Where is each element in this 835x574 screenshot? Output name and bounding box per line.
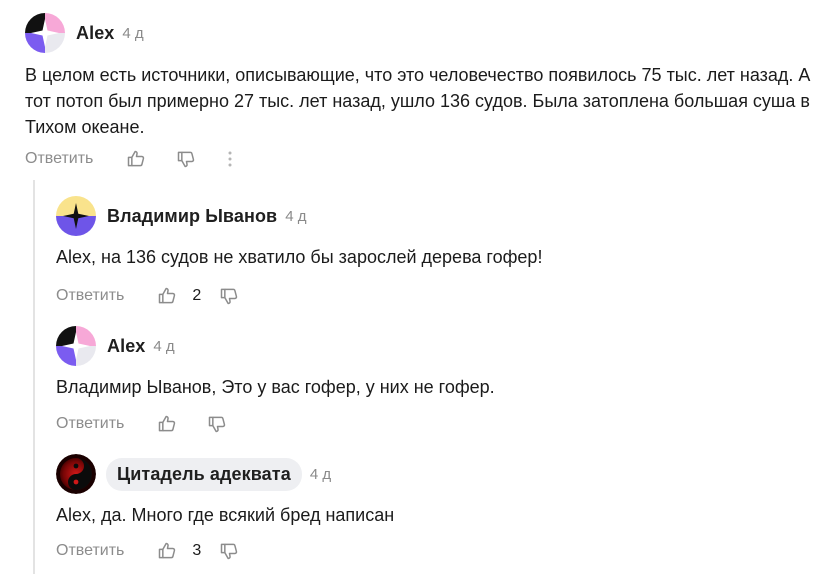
author-name[interactable]: Alex [107, 336, 145, 357]
avatar[interactable] [25, 13, 65, 53]
comment-header: Цитадель адеквата 4 д [56, 454, 816, 494]
avatar[interactable] [56, 454, 96, 494]
comment-actions: Ответить 3 [56, 538, 816, 564]
comment-text: Alex, да. Много где всякий бред написан [56, 505, 395, 525]
author-name[interactable]: Владимир Ыванов [107, 206, 277, 227]
comment: Владимир Ыванов 4 д Alex, на 136 судов н… [56, 196, 816, 309]
reply-button[interactable]: Ответить [25, 150, 93, 168]
reply-button[interactable]: Ответить [56, 415, 124, 433]
comment: Alex 4 д В целом есть источники, описыва… [25, 13, 825, 172]
comment-text: Alex, на 136 судов не хватило бы заросле… [56, 247, 543, 267]
author-name[interactable]: Alex [76, 23, 114, 44]
avatar[interactable] [56, 196, 96, 236]
like-count: 2 [192, 287, 202, 304]
comment-text: Владимир Ыванов, Это у вас гофер, у них … [56, 377, 495, 397]
comment: Цитадель адеквата 4 д Alex, да. Много гд… [56, 454, 816, 564]
comment-header: Владимир Ыванов 4 д [56, 196, 816, 236]
more-vertical-icon[interactable] [217, 146, 243, 172]
thumb-down-icon[interactable] [216, 283, 242, 309]
author-name[interactable]: Цитадель адеквата [106, 457, 302, 491]
avatar[interactable] [56, 326, 96, 366]
comment-time: 4 д [122, 24, 144, 42]
comment-header: Alex 4 д [56, 326, 816, 366]
thumb-up-icon[interactable] [154, 538, 180, 564]
comment-time: 4 д [153, 337, 175, 355]
like-count: 3 [192, 542, 202, 559]
comment-header: Alex 4 д [25, 13, 825, 53]
comment-actions: Ответить [25, 146, 825, 172]
thumb-up-icon[interactable] [154, 283, 180, 309]
reply-button[interactable]: Ответить [56, 287, 124, 305]
comment-time: 4 д [285, 207, 307, 225]
thumb-down-icon[interactable] [173, 146, 199, 172]
comment-actions: Ответить 2 [56, 283, 816, 309]
thread-line [33, 180, 35, 574]
comment-text: В целом есть источники, описывающие, что… [25, 65, 811, 137]
thumb-down-icon[interactable] [204, 411, 230, 437]
thumb-down-icon[interactable] [216, 538, 242, 564]
reply-button[interactable]: Ответить [56, 542, 124, 560]
thumb-up-icon[interactable] [154, 411, 180, 437]
comment-time: 4 д [309, 465, 332, 483]
comment: Alex 4 д Владимир Ыванов, Это у вас гофе… [56, 326, 816, 437]
thumb-up-icon[interactable] [123, 146, 149, 172]
comment-actions: Ответить [56, 411, 816, 437]
